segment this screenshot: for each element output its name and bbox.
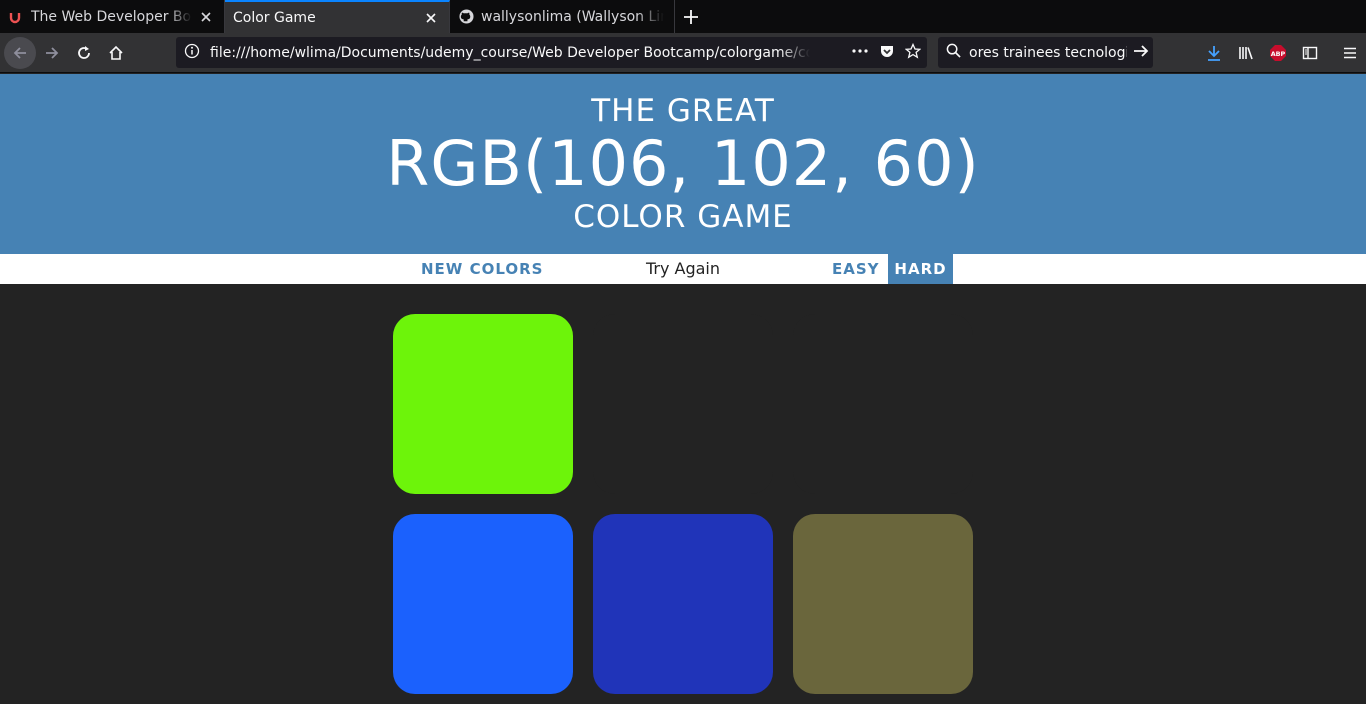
search-input[interactable]: ores trainees tecnologia (969, 45, 1127, 61)
tab-color-game[interactable]: Color Game (225, 0, 450, 33)
sidebar-toggle-icon[interactable] (1294, 37, 1326, 68)
page-content: THE GREAT RGB(106, 102, 60) COLOR GAME N… (0, 74, 1366, 704)
nav-toolbar: file:///home/wlima/Documents/udemy_cours… (0, 33, 1366, 73)
color-square[interactable] (793, 314, 973, 494)
adblock-plus-icon[interactable]: ABP (1262, 37, 1294, 68)
new-colors-button[interactable]: NEW COLORS (421, 254, 543, 284)
tab-strip: The Web Developer Bootcamp Color Game wa… (0, 0, 1366, 33)
header-line-color-game: COLOR GAME (573, 199, 793, 235)
github-icon (458, 9, 474, 25)
target-color-display: RGB(106, 102, 60) (386, 127, 980, 200)
color-square[interactable] (393, 514, 573, 694)
toolbar-right: ABP (1198, 37, 1366, 68)
url-bar[interactable]: file:///home/wlima/Documents/udemy_cours… (176, 37, 927, 68)
header-line-the-great: THE GREAT (591, 93, 775, 129)
url-text[interactable]: file:///home/wlima/Documents/udemy_cours… (210, 45, 810, 61)
search-bar[interactable]: ores trainees tecnologia (938, 37, 1153, 68)
home-button[interactable] (100, 37, 132, 69)
game-header: THE GREAT RGB(106, 102, 60) COLOR GAME (0, 74, 1366, 254)
search-go-icon[interactable] (1133, 43, 1149, 63)
forward-button[interactable] (36, 37, 68, 69)
hard-mode-button[interactable]: HARD (888, 254, 953, 284)
tab-title: wallysonlima (Wallyson Lima) (481, 8, 664, 25)
new-tab-button[interactable] (675, 0, 707, 33)
color-square[interactable] (593, 314, 773, 494)
svg-text:ABP: ABP (1271, 49, 1286, 57)
game-message: Try Again (645, 259, 721, 278)
color-square[interactable] (593, 514, 773, 694)
downloads-icon[interactable] (1198, 37, 1230, 68)
tab-github[interactable]: wallysonlima (Wallyson Lima) (450, 0, 675, 33)
color-square[interactable] (393, 314, 573, 494)
library-icon[interactable] (1230, 37, 1262, 68)
info-icon[interactable] (184, 43, 200, 63)
color-square[interactable] (793, 514, 973, 694)
search-icon (946, 43, 961, 62)
bookmark-star-icon[interactable] (904, 42, 922, 63)
pocket-icon[interactable] (879, 43, 895, 63)
controls-stripe: NEW COLORS Try Again EASY HARD (0, 254, 1366, 284)
page-actions-icon[interactable] (851, 43, 869, 63)
tab-title: Color Game (233, 9, 316, 26)
easy-mode-button[interactable]: EASY (832, 254, 880, 284)
tab-web-developer-bootcamp[interactable]: The Web Developer Bootcamp (0, 0, 225, 33)
menu-icon[interactable] (1334, 37, 1366, 68)
close-tab-icon[interactable] (423, 10, 439, 26)
udemy-icon (8, 9, 24, 25)
close-tab-icon[interactable] (198, 9, 214, 25)
reload-button[interactable] (68, 37, 100, 69)
tab-title: The Web Developer Bootcamp (31, 8, 192, 25)
back-button[interactable] (4, 36, 36, 69)
